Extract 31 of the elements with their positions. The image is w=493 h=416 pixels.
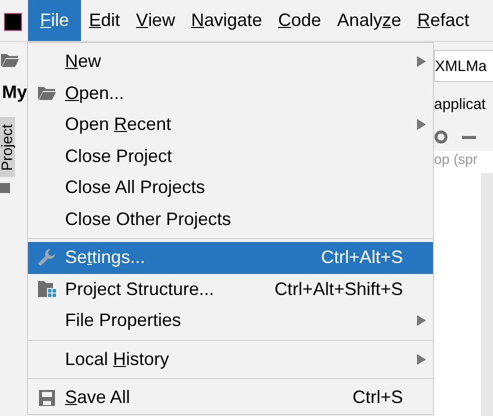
menu-item[interactable]: Local History <box>28 344 433 375</box>
menu-item[interactable]: Settings... Ctrl+Alt+S <box>28 242 433 274</box>
menu-item[interactable]: New <box>28 46 433 78</box>
project-tool-tab[interactable]: Project <box>0 117 15 177</box>
menu-bar-item[interactable]: Analyze <box>329 0 410 41</box>
menu-bar-item[interactable]: Navigate <box>183 0 270 41</box>
menu-item[interactable]: Save All Ctrl+S <box>28 382 433 414</box>
folder-icon <box>36 85 56 102</box>
menu-item[interactable]: Close All Projects <box>28 172 433 204</box>
breadcrumb[interactable]: applicat <box>434 96 493 113</box>
menu-item[interactable]: Close Other Projects <box>28 204 433 235</box>
menu-item[interactable]: Open... <box>28 78 433 109</box>
menu-bar-item[interactable]: File <box>28 0 82 41</box>
menu-item[interactable]: Open Recent <box>28 109 433 140</box>
folder-icon[interactable] <box>0 52 20 68</box>
menu-item[interactable]: Close Project <box>28 140 433 172</box>
menu-bar-item[interactable]: Code <box>270 0 330 41</box>
menu-item[interactable]: File Properties <box>28 305 433 336</box>
menu-bar-item[interactable]: Edit <box>81 0 128 41</box>
file-path: op (spr <box>434 151 478 167</box>
menu-bar-item[interactable]: View <box>128 0 184 41</box>
app-logo-icon[interactable] <box>4 13 22 31</box>
project-title: My <box>1 82 27 103</box>
menu-item[interactable]: Project Structure... Ctrl+Alt+Shift+S <box>28 274 433 305</box>
minimize-icon[interactable] <box>462 136 476 138</box>
search-field[interactable]: XMLMa <box>434 50 493 82</box>
wrench-icon <box>36 248 56 268</box>
project-structure-icon <box>36 280 56 298</box>
save-icon <box>38 388 56 407</box>
square-icon <box>0 183 10 193</box>
menu-bar-item[interactable]: Refact <box>409 0 478 41</box>
